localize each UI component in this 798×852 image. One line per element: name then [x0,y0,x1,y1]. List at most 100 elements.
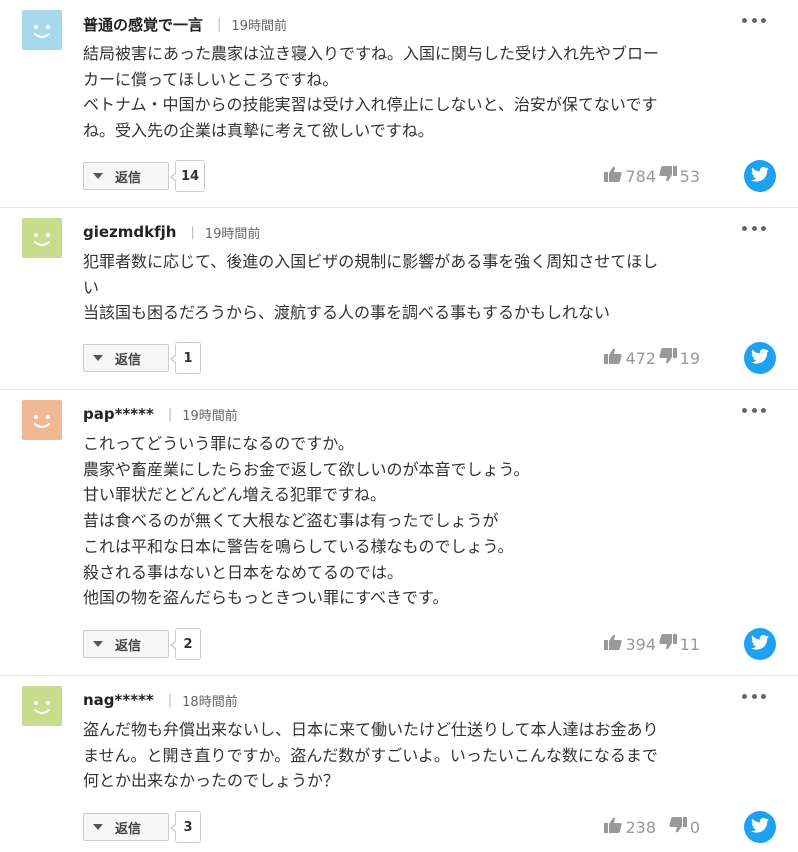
comment-line: 結局被害にあった農家は泣き寝入りですね。入国に関与した受け入れ先やブロー [83,44,660,63]
comment-line: これってどういう罪になるのですか。 [83,434,354,453]
caret-down-icon [93,641,103,647]
reply-count[interactable]: 1 [170,342,201,374]
avatar[interactable] [22,400,62,440]
twitter-share-button[interactable] [744,628,776,660]
thumbs-down-icon [669,817,690,837]
comment-item: 普通の感覚で一言 | 19時間前 結局被害にあった農家は泣き寝入りですね。入国に… [0,0,798,208]
comment-line: カーに償ってほしいところですね。 [83,69,339,89]
thumbs-up-icon [604,348,625,368]
comment-line: い [83,277,100,297]
reply-button[interactable]: 返信 [83,630,169,658]
like-count: 238 [625,817,656,837]
twitter-icon [751,348,769,368]
dislike-count: 0 [689,817,700,837]
comment-line: 甘い罪状だとどんどん増える犯罪ですね。 [83,485,387,505]
more-options-icon[interactable] [742,18,766,26]
dislike-count: 19 [679,348,700,368]
comment-line: ベトナム・中国からの技能実習は受け入れ停止にしないと、治安が保てないです [83,95,658,115]
username[interactable]: giezmdkfjh [83,223,176,241]
reply-button[interactable]: 返信 [83,162,169,190]
header-separator: | [167,406,173,422]
like-button[interactable]: 472 [604,346,656,370]
reply-count[interactable]: 14 [169,160,206,192]
reply-button[interactable]: 返信 [83,813,169,841]
comment-line: 他国の物を盗んだらもっときつい罪にすべきです。 [83,588,449,608]
reply-count[interactable]: 3 [170,811,201,843]
avatar[interactable] [22,686,62,726]
like-count: 394 [625,634,656,654]
comment-footer: 返信 14 784 53 [83,160,776,192]
comment-line: これは平和な日本に警告を鳴らしている様なものでしょう。 [83,536,514,556]
comment-footer: 返信 2 394 11 [83,628,776,660]
like-button[interactable]: 784 [604,164,656,188]
dislike-button[interactable]: 53 [659,164,700,188]
timestamp: 19時間前 [204,226,261,242]
comment-header: pap***** | 19時間前 [83,402,238,426]
comment-item: giezmdkfjh | 19時間前 犯罪者数に応じて、後進の入国ビザの規制に影… [0,208,798,390]
timestamp: 18時間前 [182,694,238,710]
caret-down-icon [93,824,103,830]
comment-text: 盗んだ物も弁償出来ないし、日本に来て働いたけど仕送りして本人達はお金あり ません… [83,717,768,794]
username[interactable]: nag***** [83,691,154,709]
caret-down-icon [93,173,103,179]
more-options-icon[interactable] [742,408,766,416]
comment-line: 盗んだ物も弁償出来ないし、日本に来て働いたけど仕送りして本人達はお金あり [83,720,659,739]
dislike-count: 11 [679,634,700,654]
dislike-button[interactable]: 11 [659,632,700,656]
thumbs-down-icon [659,634,680,654]
comment-header: giezmdkfjh | 19時間前 [83,220,260,244]
thumbs-up-icon [604,817,625,837]
comment-footer: 返信 1 472 19 [83,342,776,374]
header-separator: | [190,224,195,240]
twitter-share-button[interactable] [744,811,776,843]
comment-item: nag***** | 18時間前 盗んだ物も弁償出来ないし、日本に来て働いたけど… [0,676,798,852]
timestamp: 19時間前 [182,408,238,424]
more-options-icon[interactable] [742,694,766,702]
comment-line: 当該国も困るだろうから、渡航する人の事を調べる事もするかもしれない [83,303,611,323]
comment-line: 何とか出来なかったのでしょうか？ [83,771,340,791]
avatar[interactable] [22,10,62,50]
timestamp: 19時間前 [231,18,287,34]
reply-count[interactable]: 2 [170,628,201,660]
thumbs-up-icon [604,634,625,654]
header-separator: | [167,692,173,708]
dislike-button[interactable]: 19 [659,346,700,370]
dislike-count: 53 [679,166,700,186]
twitter-icon [751,166,769,186]
comment-line: ね。受入先の企業は真摯に考えて欲しいですね。 [83,121,434,141]
comment-list: 普通の感覚で一言 | 19時間前 結局被害にあった農家は泣き寝入りですね。入国に… [0,0,798,852]
reply-label: 返信 [115,821,142,837]
comment-header: nag***** | 18時間前 [83,688,238,712]
twitter-share-button[interactable] [744,342,776,374]
dislike-button[interactable]: 0 [669,815,700,839]
comment-line: ません。と開き直りですか。盗んだ数がすごいよ。いったいこんな数になるまで [83,745,658,765]
like-button[interactable]: 238 [604,815,656,839]
comment-text: これってどういう罪になるのですか。 農家や畜産業にしたらお金で返して欲しいのが本… [83,431,768,611]
thumbs-up-icon [604,166,625,186]
more-options-icon[interactable] [742,226,766,234]
username[interactable]: 普通の感覚で一言 [83,14,203,35]
like-count: 472 [625,348,656,368]
like-count: 784 [625,166,656,186]
comment-text: 結局被害にあった農家は泣き寝入りですね。入国に関与した受け入れ先やブロー カーに… [83,41,768,144]
thumbs-down-icon [659,348,680,368]
comment-footer: 返信 3 238 0 [83,811,776,843]
avatar[interactable] [22,218,62,258]
header-separator: | [217,16,222,32]
like-button[interactable]: 394 [604,632,656,656]
comment-item: pap***** | 19時間前 これってどういう罪になるのですか。 農家や畜産… [0,390,798,676]
twitter-share-button[interactable] [744,160,776,192]
comment-header: 普通の感覚で一言 | 19時間前 [83,12,287,36]
reply-label: 返信 [115,170,142,186]
comment-line: 犯罪者数に応じて、後進の入国ビザの規制に影響がある事を強く周知させてほし [83,252,659,271]
reply-label: 返信 [115,352,142,368]
twitter-icon [751,634,769,654]
reply-button[interactable]: 返信 [83,344,169,372]
caret-down-icon [93,355,103,361]
comment-line: 殺される事はないと日本をなめてるのでは。 [83,562,404,582]
username[interactable]: pap***** [83,405,154,423]
comment-line: 昔は食べるのが無くて大根など盗む事は有ったでしょうが [83,511,499,531]
comment-line: 農家や畜産業にしたらお金で返して欲しいのが本音でしょう。 [83,459,530,479]
comment-text: 犯罪者数に応じて、後進の入国ビザの規制に影響がある事を強く周知させてほし い 当… [83,249,768,326]
thumbs-down-icon [659,166,680,186]
